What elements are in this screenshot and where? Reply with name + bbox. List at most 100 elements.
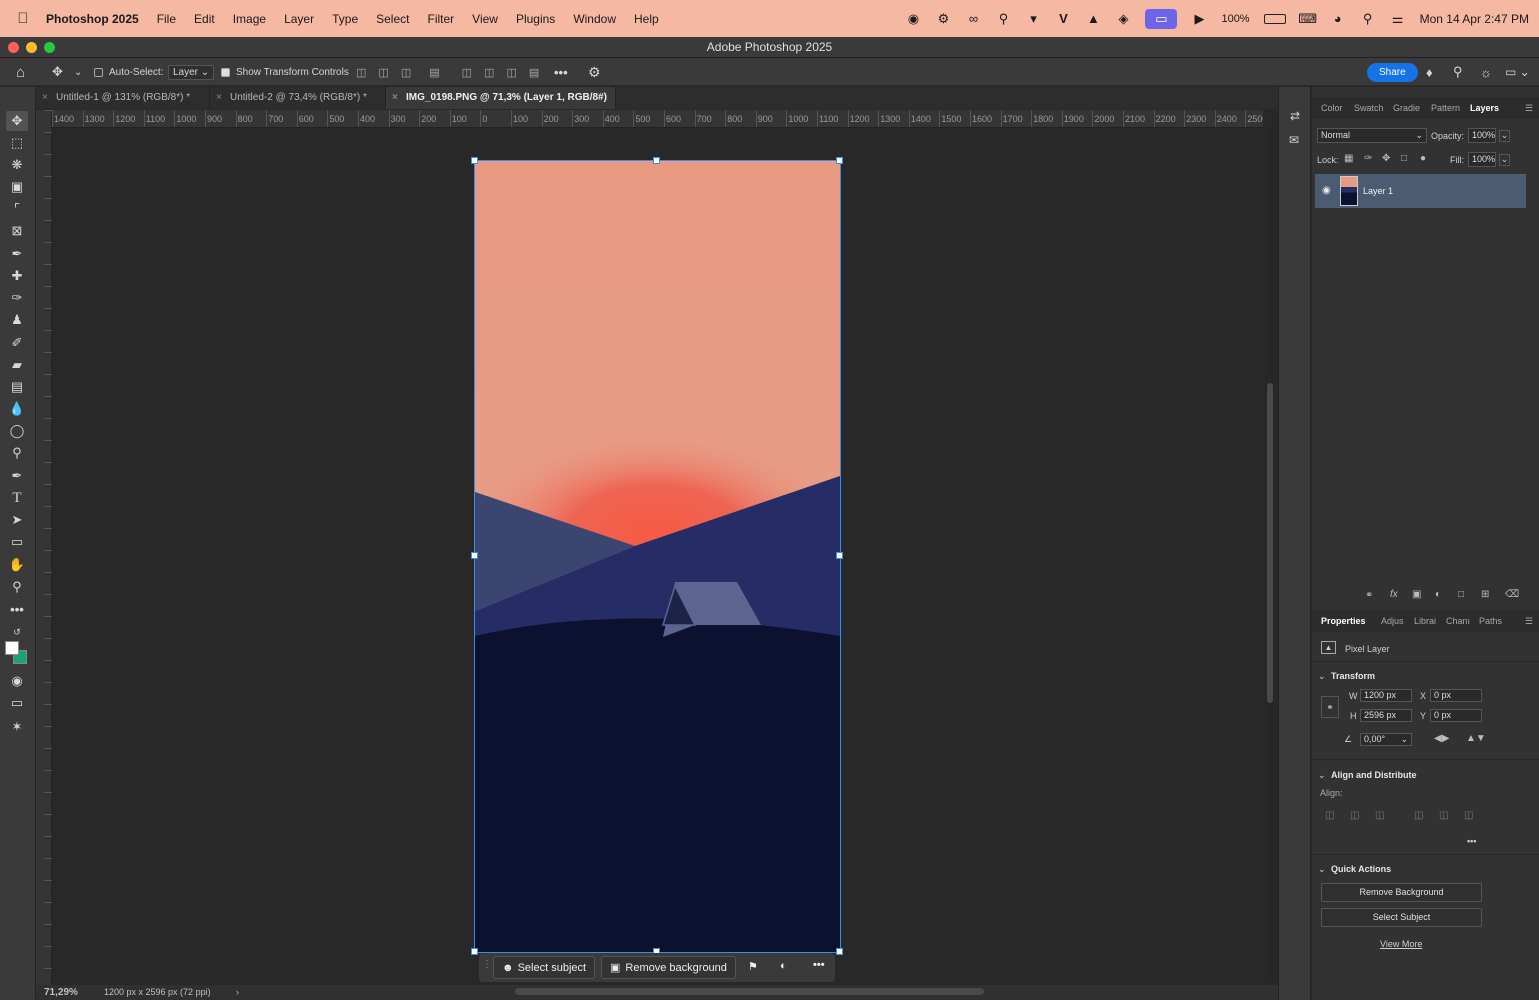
search-icon[interactable]: ⚲ [1360, 11, 1376, 27]
lock-transparency-icon[interactable]: ▦ [1344, 153, 1353, 164]
blend-mode-dropdown[interactable]: Normal ⌄ [1317, 128, 1427, 143]
zoom-lens-tool-icon[interactable]: ⚲ [6, 443, 28, 463]
remove-background-quick-button[interactable]: Remove Background [1321, 883, 1482, 902]
tool-preset-chevron-icon[interactable]: ⌄ [74, 58, 82, 86]
tab-gradients[interactable]: Gradie [1393, 103, 1420, 113]
quick-actions-collapse-chevron-icon[interactable]: ⌄ [1318, 864, 1326, 875]
wifi-icon[interactable]: ◕ [1330, 11, 1346, 27]
new-group-icon[interactable]: □ [1458, 589, 1464, 600]
close-window-button[interactable] [8, 42, 19, 53]
key-icon[interactable]: ⚲ [995, 11, 1011, 27]
tab-swatches[interactable]: Swatch [1354, 103, 1384, 113]
tab-libraries[interactable]: Librai [1414, 616, 1436, 626]
zoom-tool-icon[interactable]: ⚲ [6, 577, 28, 597]
document-tab[interactable]: × Untitled-1 @ 131% (RGB/8*) * [36, 87, 210, 109]
lock-pixels-icon[interactable]: ✑ [1364, 153, 1372, 164]
screen-mirror-icon[interactable]: ▭ [1145, 8, 1178, 29]
tab-layers[interactable]: Layers [1470, 103, 1499, 113]
status-menu-chevron-icon[interactable]: › [236, 987, 239, 997]
opacity-chevron-icon[interactable]: ⌄ [1499, 130, 1510, 142]
object-selection-tool-icon[interactable]: ▣ [6, 177, 28, 197]
transform-collapse-chevron-icon[interactable]: ⌄ [1318, 671, 1326, 682]
cloud-icon[interactable]: ▲ [1085, 11, 1101, 27]
generative-icon[interactable]: ✶ [6, 717, 28, 737]
layer-row[interactable]: ◉ Layer 1 [1315, 174, 1526, 208]
transform-handle[interactable] [836, 948, 843, 955]
fill-input[interactable]: 100% [1468, 152, 1496, 167]
y-input[interactable]: 0 px [1430, 709, 1482, 722]
gear-icon[interactable]: ⚙ [935, 11, 951, 27]
align-vertical-centers-icon[interactable]: ◫ [1439, 810, 1448, 821]
menu-edit[interactable]: Edit [194, 12, 215, 26]
type-tool-icon[interactable]: T [6, 488, 28, 508]
vertical-scrollbar[interactable] [1266, 128, 1274, 983]
align-bottom-edges-icon[interactable]: ◫ [1464, 810, 1473, 821]
transform-handle[interactable] [471, 552, 478, 559]
battery-icon[interactable] [1263, 13, 1286, 24]
creative-cloud-icon[interactable]: ∞ [965, 11, 981, 27]
dodge-tool-icon[interactable]: ◯ [6, 421, 28, 441]
keyboard-icon[interactable]: ⌨ [1298, 11, 1317, 27]
clone-stamp-tool-icon[interactable]: ♟ [6, 310, 28, 330]
remove-background-button[interactable]: ▣ Remove background [601, 956, 736, 979]
marquee-tool-icon[interactable]: ⬚ [6, 133, 28, 153]
gradient-tool-icon[interactable]: ▤ [6, 377, 28, 397]
distribute-icon[interactable]: ▤ [429, 66, 439, 79]
wechat-icon[interactable]: ◉ [905, 11, 921, 27]
width-input[interactable]: 1200 px [1360, 689, 1412, 702]
align-top-icon[interactable]: ◫ [462, 66, 472, 79]
vertical-scroll-thumb[interactable] [1267, 383, 1273, 703]
workspace-icon[interactable]: ▭ ⌄ [1505, 58, 1530, 86]
layer-name[interactable]: Layer 1 [1363, 186, 1393, 196]
document-tab-active[interactable]: × IMG_0198.PNG @ 71,3% (Layer 1, RGB/8#) [386, 87, 616, 109]
transform-bounding-box[interactable] [474, 160, 841, 953]
history-brush-tool-icon[interactable]: ✐ [6, 333, 28, 353]
opacity-input[interactable]: 100% [1468, 128, 1496, 143]
adjustment-layer-icon[interactable]: ◐ [1435, 589, 1441, 600]
align-hcenter-icon[interactable]: ◫ [378, 66, 388, 79]
transform-handle[interactable] [653, 157, 660, 164]
link-dimensions-icon[interactable]: ⚭ [1321, 696, 1339, 718]
healing-brush-tool-icon[interactable]: ✚ [6, 266, 28, 286]
lasso-tool-icon[interactable]: ❋ [6, 155, 28, 175]
tab-channels[interactable]: Chanı [1446, 616, 1470, 626]
brush-tool-icon[interactable]: ✑ [6, 288, 28, 308]
horizontal-scroll-thumb[interactable] [515, 988, 984, 995]
show-transform-checkbox[interactable]: Show Transform Controls [221, 58, 349, 86]
align-collapse-chevron-icon[interactable]: ⌄ [1318, 770, 1326, 781]
eyedropper-tool-icon[interactable]: ✒ [6, 244, 28, 264]
history-panel-icon[interactable]: ⇄ [1290, 109, 1300, 123]
settings-gear-icon[interactable]: ⚙ [588, 58, 601, 86]
fx-icon[interactable]: fx [1390, 589, 1398, 600]
maximize-window-button[interactable] [44, 42, 55, 53]
pen-tool-icon[interactable]: ✒ [6, 466, 28, 486]
document-tab[interactable]: × Untitled-2 @ 73,4% (RGB/8*) * [210, 87, 386, 109]
select-subject-button[interactable]: ☻ Select subject [493, 956, 596, 979]
swap-colors-icon[interactable]: ↺ [6, 622, 28, 642]
comments-panel-icon[interactable]: ✉ [1289, 133, 1299, 147]
menu-plugins[interactable]: Plugins [516, 12, 555, 26]
align-left-icon[interactable]: ◫ [356, 66, 366, 79]
align-top-edges-icon[interactable]: ◫ [1414, 810, 1423, 821]
blur-tool-icon[interactable]: 💧 [6, 399, 28, 419]
menu-layer[interactable]: Layer [284, 12, 314, 26]
move-tool-icon[interactable]: ✥ [52, 58, 63, 86]
x-input[interactable]: 0 px [1430, 689, 1482, 702]
more-align-options-icon[interactable]: ••• [1467, 836, 1476, 846]
align-right-icon[interactable]: ◫ [401, 66, 411, 79]
menu-window[interactable]: Window [573, 12, 616, 26]
align-vcenter-icon[interactable]: ◫ [484, 66, 494, 79]
fill-chevron-icon[interactable]: ⌄ [1499, 154, 1510, 166]
more-actions-icon[interactable]: ••• [813, 959, 825, 971]
lock-position-icon[interactable]: ✥ [1382, 153, 1390, 164]
flip-horizontal-icon[interactable]: ◀▶ [1434, 733, 1449, 744]
screen-mode-icon[interactable]: ▭ [6, 693, 28, 713]
more-tools-icon[interactable]: ••• [6, 599, 28, 619]
volume-icon[interactable]: ▾ [1025, 11, 1041, 27]
transform-handle[interactable] [471, 948, 478, 955]
menu-image[interactable]: Image [233, 12, 266, 26]
share-button[interactable]: Share [1367, 58, 1418, 86]
lock-artboard-icon[interactable]: □ [1401, 153, 1407, 164]
menu-select[interactable]: Select [376, 12, 409, 26]
visibility-eye-icon[interactable]: ◉ [1322, 185, 1331, 196]
